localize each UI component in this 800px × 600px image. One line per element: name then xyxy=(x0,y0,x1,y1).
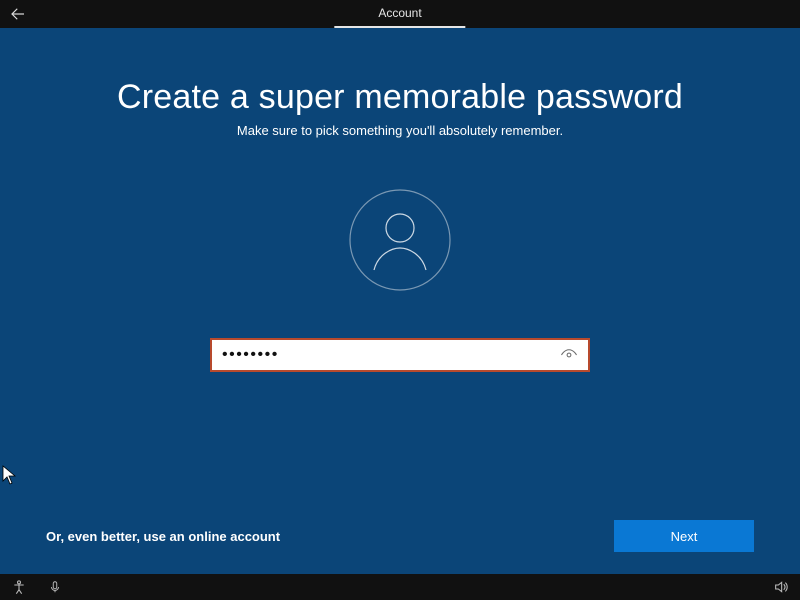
ease-of-access-button[interactable] xyxy=(10,578,28,596)
password-input[interactable]: •••••••• xyxy=(210,338,590,372)
breadcrumb-tab[interactable]: Account xyxy=(334,0,465,28)
use-online-account-link[interactable]: Or, even better, use an online account xyxy=(46,529,280,544)
titlebar: Account xyxy=(0,0,800,28)
page-title: Create a super memorable password xyxy=(117,78,683,117)
password-mask: •••••••• xyxy=(222,347,558,363)
oobe-taskbar xyxy=(0,574,800,600)
eye-icon xyxy=(560,346,578,364)
microphone-icon xyxy=(48,579,62,595)
speaker-icon xyxy=(772,579,790,595)
footer-row: Or, even better, use an online account N… xyxy=(46,518,754,554)
back-arrow-icon xyxy=(9,5,27,23)
next-button[interactable]: Next xyxy=(614,520,754,552)
page-subtitle: Make sure to pick something you'll absol… xyxy=(237,123,563,138)
back-button[interactable] xyxy=(0,0,36,28)
user-icon xyxy=(348,188,452,292)
accessibility-icon xyxy=(11,579,27,595)
avatar xyxy=(348,188,452,292)
volume-button[interactable] xyxy=(772,578,790,596)
setup-panel: Create a super memorable password Make s… xyxy=(0,28,800,574)
reveal-password-button[interactable] xyxy=(558,344,580,366)
cortana-mic-button[interactable] xyxy=(46,578,64,596)
